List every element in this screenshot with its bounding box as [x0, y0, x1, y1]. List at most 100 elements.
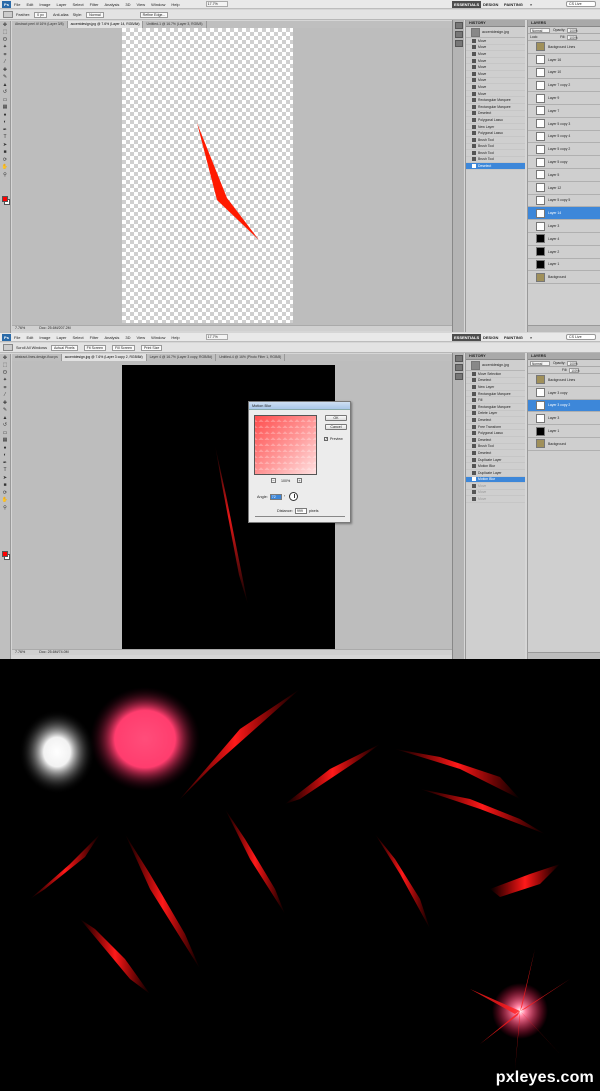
layer-row[interactable]: Layer 2: [528, 246, 600, 259]
healing-brush-icon[interactable]: ✚: [1, 399, 9, 407]
menu-help[interactable]: Help: [171, 2, 179, 7]
menu-3d[interactable]: 3D: [125, 335, 130, 340]
history-state[interactable]: Motion Blur: [466, 476, 525, 484]
fit-screen-button[interactable]: Fit Screen: [83, 344, 106, 351]
history-state[interactable]: Move: [466, 84, 525, 91]
marquee-tool-icon[interactable]: ⬚: [1, 29, 9, 37]
dock-panel-icon[interactable]: [455, 373, 463, 380]
document-canvas[interactable]: [122, 28, 293, 323]
doc-tab[interactable]: abstract-lines-design-flow.ps: [12, 354, 62, 361]
history-state[interactable]: Move: [466, 78, 525, 85]
menu-image[interactable]: Image: [39, 335, 50, 340]
gradient-tool-icon[interactable]: ▦: [1, 437, 9, 445]
zoom-level-select[interactable]: 17.7%: [205, 1, 228, 7]
doc-tab-active[interactable]: accentdesign.jpg @ 7.6% (Layer 14, RGB/8…: [67, 21, 144, 28]
lasso-tool-icon[interactable]: ʘ: [1, 369, 9, 377]
marquee-tool-icon[interactable]: ⬚: [1, 362, 9, 370]
history-state[interactable]: Rectangular Marquee: [466, 97, 525, 104]
history-state[interactable]: Move: [466, 64, 525, 71]
history-state[interactable]: Move: [466, 51, 525, 58]
preview-check-box[interactable]: ✓: [324, 437, 328, 441]
dock-panel-icon[interactable]: [455, 31, 463, 38]
style-select[interactable]: Normal: [86, 11, 104, 18]
history-state[interactable]: Move: [466, 496, 525, 503]
history-state[interactable]: Deselect: [466, 437, 525, 444]
filter-preview[interactable]: [254, 415, 317, 475]
eraser-tool-icon[interactable]: ▭: [1, 429, 9, 437]
eraser-tool-icon[interactable]: ▭: [1, 96, 9, 104]
layer-row[interactable]: Layer 12: [528, 182, 600, 195]
layer-row[interactable]: Background Lines: [528, 41, 600, 54]
menu-edit[interactable]: Edit: [26, 2, 33, 7]
history-state[interactable]: Deselect: [466, 163, 525, 170]
opacity-input[interactable]: 100%: [567, 27, 578, 33]
magic-wand-icon[interactable]: ✦: [1, 44, 9, 52]
canvas-area[interactable]: [12, 28, 452, 325]
layers-tab[interactable]: LAYERS: [528, 353, 600, 360]
history-state[interactable]: Move: [466, 45, 525, 52]
history-state[interactable]: Rectangular Marquee: [466, 104, 525, 111]
status-zoom[interactable]: 7.76%: [15, 650, 25, 654]
history-state[interactable]: New Layer: [466, 384, 525, 391]
healing-brush-icon[interactable]: ✚: [1, 66, 9, 74]
history-state[interactable]: New Layer: [466, 124, 525, 131]
history-state[interactable]: Move: [466, 483, 525, 490]
layer-row[interactable]: Layer 7 copy 2: [528, 79, 600, 93]
history-state[interactable]: Polygonal Lasso: [466, 130, 525, 137]
3d-rotate-icon[interactable]: ⟳: [1, 156, 9, 164]
shape-tool-icon[interactable]: ■: [1, 149, 9, 157]
fill-input[interactable]: 100%: [567, 34, 578, 40]
brush-tool-icon[interactable]: ✎: [1, 74, 9, 82]
history-state[interactable]: Duplicate Layer: [466, 457, 525, 464]
history-state[interactable]: Move: [466, 91, 525, 98]
history-tab[interactable]: HISTORY: [466, 20, 525, 27]
layer-row[interactable]: Layer 3 copy 2: [528, 399, 600, 413]
layer-row[interactable]: Background: [528, 438, 600, 451]
gradient-tool-icon[interactable]: ▦: [1, 104, 9, 112]
history-state[interactable]: Polygonal Lasso: [466, 430, 525, 437]
workspace-design[interactable]: DESIGN: [481, 334, 500, 341]
history-state[interactable]: Duplicate Layer: [466, 470, 525, 477]
doc-tab[interactable]: Layer 4 @ 16.7% (Layer 3 copy, RGB/8#): [147, 354, 217, 361]
history-state[interactable]: Deselect: [466, 378, 525, 385]
path-select-icon[interactable]: ➤: [1, 141, 9, 149]
pen-tool-icon[interactable]: ✒: [1, 459, 9, 467]
dock-panel-icon[interactable]: [455, 364, 463, 371]
doc-tab[interactable]: Untitled-4 @ 16% (Photo Filter 1, RGB/8): [216, 354, 286, 361]
history-state[interactable]: Move: [466, 38, 525, 45]
move-tool-icon[interactable]: ✥: [1, 21, 9, 29]
blur-tool-icon[interactable]: ●: [1, 111, 9, 119]
3d-rotate-icon[interactable]: ⟳: [1, 489, 9, 497]
history-state[interactable]: Move: [466, 490, 525, 497]
menu-window[interactable]: Window: [151, 335, 165, 340]
menu-analysis[interactable]: Analysis: [105, 2, 120, 7]
refine-edge-button[interactable]: Refine Edge...: [139, 11, 169, 18]
layer-row[interactable]: Layer 4: [528, 233, 600, 246]
dock-panel-icon[interactable]: [455, 40, 463, 47]
doc-tab-active[interactable]: accentdesign.jpg @ 7.6% (Layer 3 copy 2,…: [61, 354, 147, 361]
shape-tool-icon[interactable]: ■: [1, 482, 9, 490]
history-state[interactable]: Brush Tool: [466, 157, 525, 164]
layer-row[interactable]: Layer 14: [528, 207, 600, 221]
distance-input[interactable]: 999: [294, 508, 307, 514]
history-state[interactable]: Move Selection: [466, 371, 525, 378]
menu-view[interactable]: View: [137, 335, 146, 340]
menu-image[interactable]: Image: [39, 2, 50, 7]
menu-filter[interactable]: Filter: [90, 335, 99, 340]
cs-live-search[interactable]: CS Live: [566, 1, 596, 7]
stamp-tool-icon[interactable]: ▲: [1, 81, 9, 89]
angle-dial-icon[interactable]: [289, 492, 299, 501]
history-state[interactable]: Brush Tool: [466, 444, 525, 451]
history-state[interactable]: Deselect: [466, 111, 525, 118]
angle-input[interactable]: 72: [269, 493, 282, 500]
history-state[interactable]: Motion Blur: [466, 463, 525, 470]
menu-file[interactable]: File: [14, 335, 20, 340]
layer-row[interactable]: Layer 3 copy: [528, 387, 600, 400]
layer-row[interactable]: Layer 1: [528, 259, 600, 272]
type-tool-icon[interactable]: T: [1, 134, 9, 142]
preview-checkbox[interactable]: ✓ Preview: [324, 437, 343, 441]
layer-row[interactable]: Layer 10: [528, 67, 600, 80]
history-snapshot[interactable]: accentdesign.jpg: [466, 360, 525, 371]
opacity-input[interactable]: 100%: [567, 360, 578, 366]
workspace-painting[interactable]: PAINTING: [502, 1, 525, 8]
